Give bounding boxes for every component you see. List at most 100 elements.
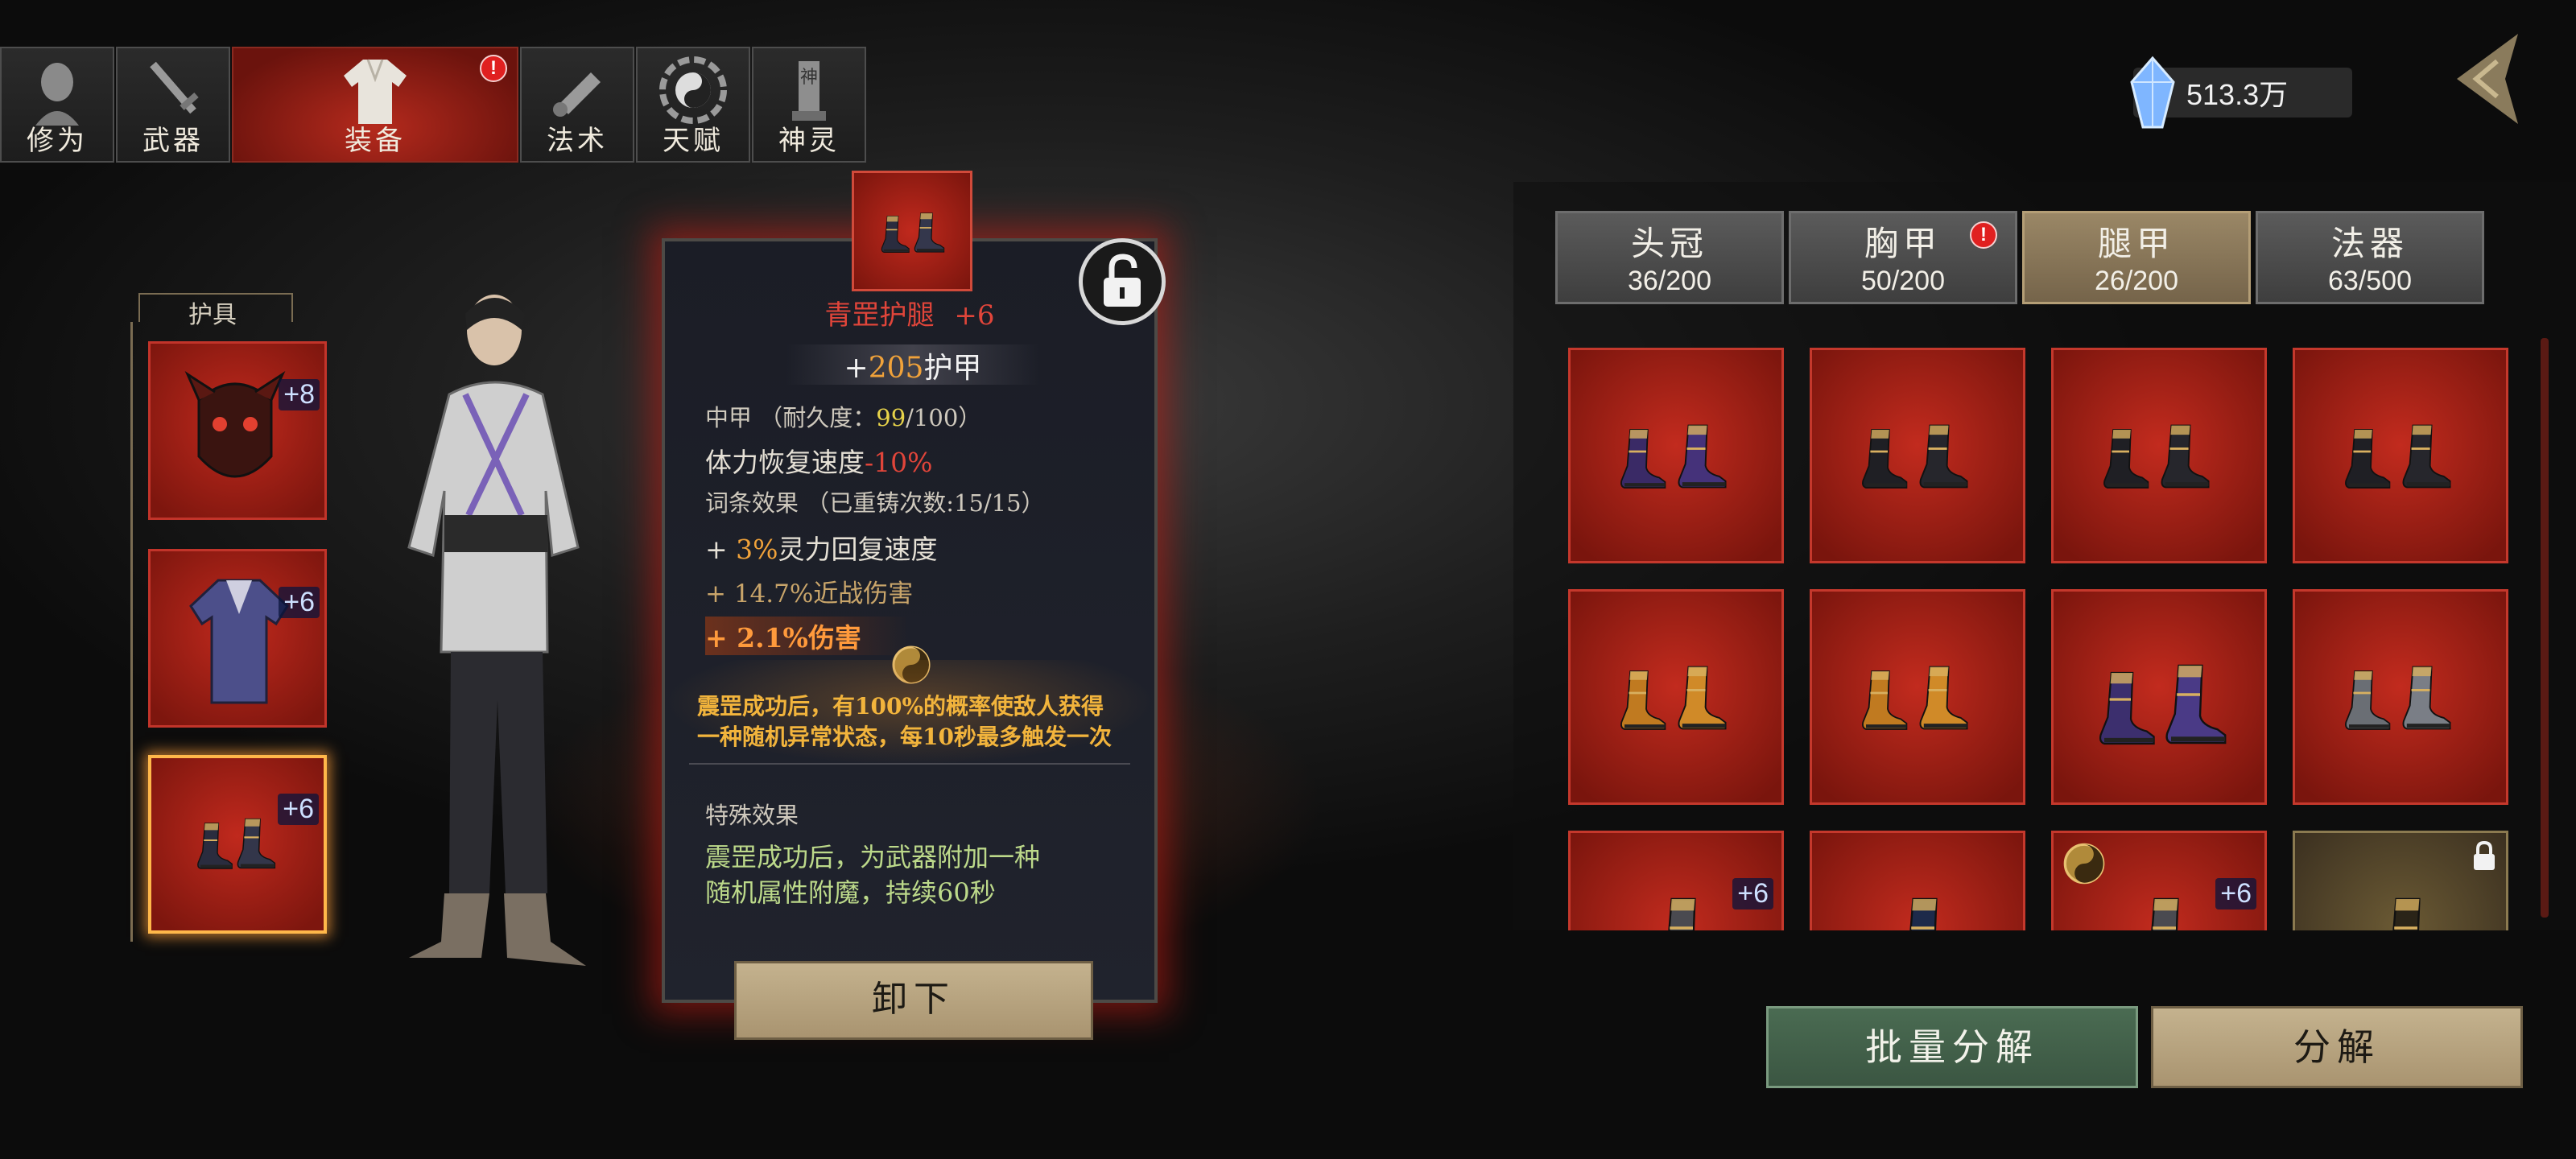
affix-3: + 2.1%伤害 xyxy=(705,617,910,655)
category-name: 腿甲 xyxy=(2097,224,2175,263)
category-count: 63/500 xyxy=(2328,266,2412,296)
durability-label: （耐久度： xyxy=(759,404,877,431)
alert-badge: ! xyxy=(480,55,507,82)
stamina-label: 体力恢复速度 xyxy=(705,447,865,478)
armor-section-title: 护具 xyxy=(138,293,293,329)
armor-label: 护甲 xyxy=(923,352,982,385)
armor-stat: +205护甲 xyxy=(786,344,1040,385)
tab-deity[interactable]: 神 神灵 xyxy=(752,47,866,163)
tab-equipment[interactable]: ! 装备 xyxy=(232,47,518,163)
category-tab-artifact[interactable]: 法器 63/500 xyxy=(2256,211,2484,304)
enhance-badge: +6 xyxy=(279,587,320,618)
lock-icon xyxy=(2474,840,2495,870)
tab-label: 修为 xyxy=(27,125,88,157)
sword-icon xyxy=(150,61,199,114)
category-tab-helmet[interactable]: 头冠 36/200 xyxy=(1555,211,1784,304)
crystal-icon xyxy=(2130,56,2175,129)
tab-talent[interactable]: 天赋 xyxy=(636,47,750,163)
boot-icon xyxy=(2142,376,2219,537)
item-detail-panel: 青罡护腿 +6 +205护甲 中甲 （耐久度：99/100） 体力恢复速度-10… xyxy=(662,238,1158,1003)
decompose-button[interactable]: 分解 xyxy=(2151,1006,2523,1088)
unlock-icon xyxy=(1104,254,1141,307)
inventory-item[interactable] xyxy=(1568,589,1784,805)
tab-label: 装备 xyxy=(345,125,406,157)
inventory-item[interactable] xyxy=(1810,589,2025,805)
category-tab-chest[interactable]: 胸甲 50/200 ! xyxy=(1789,211,2017,304)
boot-icon xyxy=(222,781,283,906)
stamina-value: -10% xyxy=(865,447,933,478)
boot-icon xyxy=(2384,617,2461,778)
durability-line: 中甲 （耐久度：99/100） xyxy=(705,399,981,433)
affix-2: + 14.7%近战伤害 xyxy=(705,580,914,608)
inventory-item[interactable] xyxy=(1810,348,2025,563)
detail-item-icon xyxy=(852,171,972,291)
set-effect-line1: 震罡成功后，有100%的概率使敌人获得 xyxy=(697,693,1104,720)
inventory-item[interactable] xyxy=(2051,589,2267,805)
tab-cultivation[interactable]: 修为 xyxy=(0,47,114,163)
special-title: 特殊效果 xyxy=(705,802,799,829)
armor-type: 中甲 xyxy=(705,404,753,431)
tablet-glyph: 神 xyxy=(800,68,819,88)
mask-icon xyxy=(184,371,286,478)
inventory-item[interactable] xyxy=(2293,831,2508,930)
affix-reforge-count: （已重铸次数:15/15） xyxy=(806,489,1045,517)
lock-toggle[interactable] xyxy=(1079,238,1166,325)
inventory-scrollbar[interactable] xyxy=(2541,338,2549,918)
boot-icon xyxy=(1635,857,1732,930)
stamina-line: 体力恢复速度-10% xyxy=(705,441,933,480)
set-effect-line2: 一种随机异常状态，每10秒最多触发一次 xyxy=(697,724,1112,750)
category-tab-legs[interactable]: 腿甲 26/200 xyxy=(2022,211,2251,304)
boot-icon xyxy=(1876,857,1973,930)
category-count: 50/200 xyxy=(1861,266,1945,296)
inventory-item[interactable] xyxy=(2293,589,2508,805)
durability-value: 99 xyxy=(876,404,906,431)
inventory-item[interactable] xyxy=(2051,348,2267,563)
boot-icon xyxy=(2118,857,2215,930)
category-name: 法器 xyxy=(2330,224,2409,263)
inventory-grid: +6 +6 xyxy=(1542,332,2516,930)
boot-icon xyxy=(902,184,951,281)
currency-display: 513.3万 xyxy=(2130,56,2352,129)
currency-value: 513.3万 xyxy=(2186,78,2289,111)
enhance-badge: +6 xyxy=(1732,878,1773,909)
slot-boots[interactable]: +6 xyxy=(148,755,327,934)
scroll-icon xyxy=(553,72,601,117)
monk-head-icon xyxy=(35,63,79,126)
divider xyxy=(689,763,1130,765)
back-icon[interactable] xyxy=(2441,29,2529,129)
affix-1: + 3%灵力回复速度 xyxy=(705,528,938,567)
boot-icon xyxy=(2142,632,2239,777)
category-count: 36/200 xyxy=(1628,266,1711,296)
top-tab-bar: 修为 武器 ! 装备 法术 天赋 神 神灵 xyxy=(0,47,868,163)
tab-weapon[interactable]: 武器 xyxy=(116,47,230,163)
section-title-text: 护具 xyxy=(188,301,237,329)
tab-spell[interactable]: 法术 xyxy=(520,47,634,163)
inventory-item[interactable]: +6 xyxy=(1568,831,1784,930)
character-figure xyxy=(407,295,586,966)
affix1-label: 灵力回复速度 xyxy=(778,534,938,565)
boot-icon xyxy=(1659,617,1736,778)
boot-icon xyxy=(1901,617,1978,778)
item-level: +6 xyxy=(954,299,995,332)
inventory-item[interactable]: +6 xyxy=(2051,831,2267,930)
inventory-item[interactable] xyxy=(2293,348,2508,563)
alert-badge: ! xyxy=(1970,221,1997,249)
boot-icon xyxy=(1901,376,1978,537)
enhance-badge: +6 xyxy=(2215,878,2256,909)
section-frame xyxy=(130,322,133,942)
taiji-icon xyxy=(2063,843,2105,885)
slot-chest[interactable]: +6 xyxy=(148,549,327,728)
item-title: 青罡护腿 +6 xyxy=(665,293,1154,332)
inventory-item[interactable] xyxy=(1810,831,2025,930)
batch-decompose-button[interactable]: 批量分解 xyxy=(1766,1006,2138,1088)
unequip-button[interactable]: 卸下 xyxy=(734,961,1093,1040)
affix-header: 词条效果 （已重铸次数:15/15） xyxy=(705,485,1045,518)
affix1-prefix: + xyxy=(705,534,737,565)
bagua-icon xyxy=(659,56,727,124)
affix-title: 词条效果 xyxy=(705,489,799,517)
category-count: 26/200 xyxy=(2095,266,2178,296)
armor-value: 205 xyxy=(868,352,924,385)
slot-helmet[interactable]: +8 xyxy=(148,341,327,520)
category-name: 头冠 xyxy=(1630,224,1708,263)
inventory-item[interactable] xyxy=(1568,348,1784,563)
